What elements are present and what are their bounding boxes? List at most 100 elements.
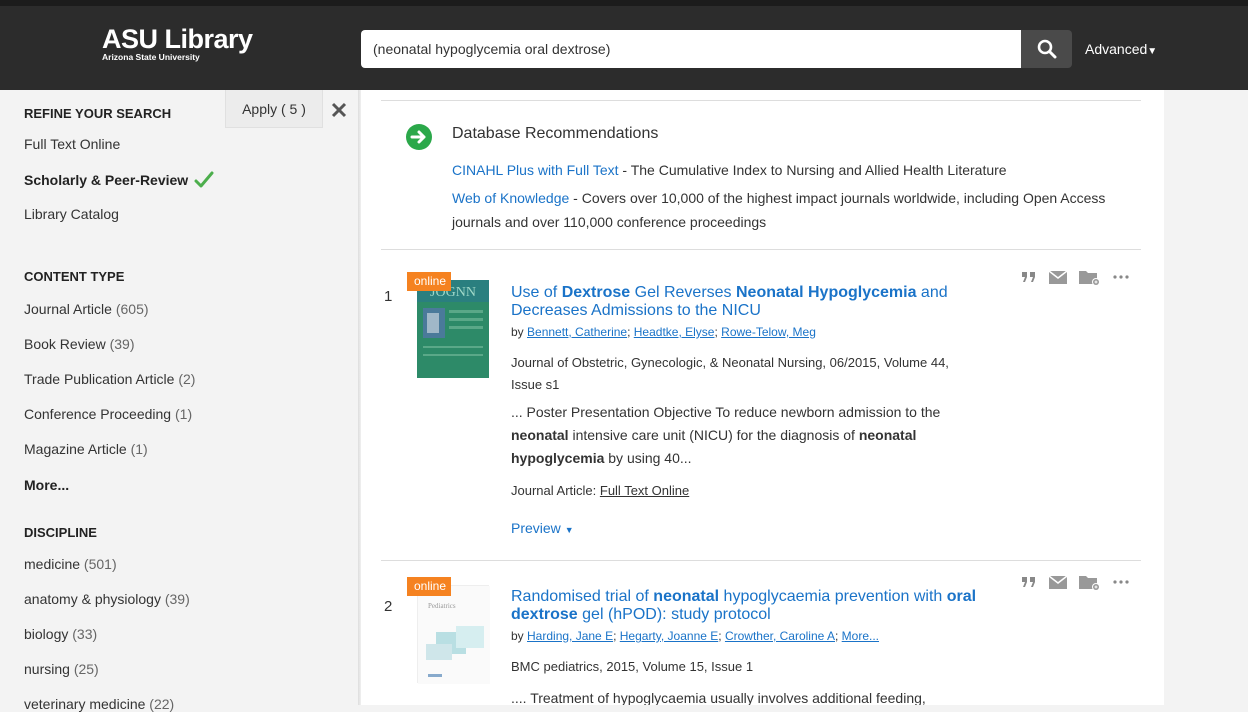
save-to-folder-icon[interactable] <box>1079 268 1101 286</box>
author-link[interactable]: Hegarty, Joanne E <box>620 629 719 643</box>
facet-conference-proceeding[interactable]: Conference Proceeding (1) <box>24 406 192 422</box>
recommendation-item: CINAHL Plus with Full Text - The Cumulat… <box>452 158 1142 182</box>
journal-cover-image[interactable]: Pediatrics <box>417 585 490 684</box>
apply-button[interactable]: Apply ( 5 ) <box>225 90 323 128</box>
title-part: gel (hPOD): study protocol <box>577 606 771 623</box>
divider <box>381 560 1141 561</box>
facet-count: (605) <box>115 301 149 317</box>
result-publication: BMC pediatrics, 2015, Volume 15, Issue 1 <box>511 659 754 674</box>
facet-label: Trade Publication Article <box>24 371 175 387</box>
search-button[interactable] <box>1021 30 1072 68</box>
recommendations-title: Database Recommendations <box>452 125 659 142</box>
filter-library-catalog[interactable]: Library Catalog <box>24 206 119 222</box>
search-icon <box>1037 39 1056 59</box>
facet-veterinary-medicine[interactable]: veterinary medicine (22) <box>24 696 174 712</box>
full-text-online-link[interactable]: Full Text Online <box>600 483 689 498</box>
author-link[interactable]: Rowe-Telow, Meg <box>721 325 816 339</box>
author-link[interactable]: Headtke, Elyse <box>634 325 715 339</box>
recommendation-item: Web of Knowledge - Covers over 10,000 of… <box>452 186 1142 234</box>
facet-label: nursing <box>24 661 70 677</box>
journal-cover-image[interactable]: JOGNN <box>417 280 489 378</box>
more-options-icon[interactable] <box>1113 275 1129 279</box>
facet-count: (1) <box>175 406 193 422</box>
more-authors-link[interactable]: More... <box>842 629 879 643</box>
snippet-part: ... Poster Presentation Objective To red… <box>511 404 941 420</box>
search-input[interactable] <box>361 30 1021 68</box>
email-icon[interactable] <box>1049 270 1067 284</box>
result-snippet: ... Poster Presentation Objective To red… <box>511 401 991 470</box>
caret-down-icon: ▼ <box>564 525 574 535</box>
results-panel: Database Recommendations CINAHL Plus wit… <box>361 90 1164 705</box>
snippet-highlight: neonatal <box>511 427 569 443</box>
checkmark-icon <box>194 171 214 188</box>
cite-quote-icon[interactable] <box>1021 270 1037 284</box>
result-type: Journal Article: Full Text Online <box>511 483 689 498</box>
facet-nursing[interactable]: nursing (25) <box>24 661 99 677</box>
title-part: Randomised trial of <box>511 588 654 605</box>
author-link[interactable]: Crowther, Caroline A <box>725 629 835 643</box>
filter-scholarly-peer-review[interactable]: Scholarly & Peer-Review <box>24 171 214 189</box>
facet-journal-article[interactable]: Journal Article (605) <box>24 301 149 317</box>
result-title-link[interactable]: Randomised trial of neonatal hypoglycaem… <box>511 588 981 624</box>
title-highlight: Neonatal Hypoglycemia <box>735 284 917 301</box>
close-icon <box>331 102 347 118</box>
by-label: by <box>511 325 528 339</box>
filter-full-text-online[interactable]: Full Text Online <box>24 136 120 152</box>
result-snippet: .... Treatment of hypoglycaemia usually … <box>511 690 926 705</box>
facet-label: Journal Article <box>24 301 112 317</box>
online-badge: online <box>407 272 452 291</box>
save-to-folder-icon[interactable] <box>1079 573 1101 591</box>
caret-down-icon: ▼ <box>1147 46 1158 57</box>
result-number: 1 <box>384 288 393 305</box>
search-bar <box>361 30 1072 68</box>
more-options-icon[interactable] <box>1113 580 1129 584</box>
facet-label: veterinary medicine <box>24 696 146 712</box>
refine-title: REFINE YOUR SEARCH <box>24 106 172 121</box>
by-label: by <box>511 629 528 643</box>
result-authors: by Bennett, Catherine; Headtke, Elyse; R… <box>511 325 816 339</box>
facet-count: (33) <box>72 626 98 642</box>
title-highlight: neonatal <box>653 588 720 605</box>
filter-label: Scholarly & Peer-Review <box>24 172 189 188</box>
top-bar: ASU Library Arizona State University Adv… <box>0 0 1248 90</box>
content-type-more-link[interactable]: More... <box>24 477 69 493</box>
facet-count: (22) <box>149 696 175 712</box>
clear-filters-button[interactable] <box>331 102 347 121</box>
facet-book-review[interactable]: Book Review (39) <box>24 336 135 352</box>
arrow-right-circle-icon <box>406 124 432 150</box>
facet-count: (39) <box>164 591 190 607</box>
facet-anatomy-physiology[interactable]: anatomy & physiology (39) <box>24 591 190 607</box>
recommendation-desc: - The Cumulative Index to Nursing and Al… <box>618 162 1007 178</box>
result-number: 2 <box>384 598 393 615</box>
right-gutter <box>1164 90 1248 705</box>
facet-label: Book Review <box>24 336 106 352</box>
advanced-search-dropdown[interactable]: Advanced▼ <box>1085 41 1157 57</box>
facet-label: anatomy & physiology <box>24 591 161 607</box>
cite-quote-icon[interactable] <box>1021 575 1037 589</box>
facet-count: (2) <box>178 371 196 387</box>
title-part: hypoglycaemia prevention with <box>719 588 947 605</box>
facet-label: Magazine Article <box>24 441 127 457</box>
email-icon[interactable] <box>1049 575 1067 589</box>
facet-label: Conference Proceeding <box>24 406 172 422</box>
recommendation-link[interactable]: Web of Knowledge <box>452 190 569 206</box>
result-title-link[interactable]: Use of Dextrose Gel Reverses Neonatal Hy… <box>511 284 981 320</box>
facet-magazine-article[interactable]: Magazine Article (1) <box>24 441 148 457</box>
sidebar: REFINE YOUR SEARCH Apply ( 5 ) Full Text… <box>0 90 358 712</box>
divider <box>381 100 1141 101</box>
result-publication: Journal of Obstetric, Gynecologic, & Neo… <box>511 355 949 392</box>
facet-label: biology <box>24 626 69 642</box>
advanced-label: Advanced <box>1085 41 1148 57</box>
author-link[interactable]: Bennett, Catherine <box>527 325 627 339</box>
author-link[interactable]: Harding, Jane E <box>527 629 613 643</box>
snippet-part: by using 40... <box>604 450 692 466</box>
facet-count: (25) <box>73 661 99 677</box>
title-part: Gel Reverses <box>630 284 736 301</box>
asu-library-logo[interactable]: ASU Library Arizona State University <box>102 26 253 63</box>
preview-toggle[interactable]: Preview ▼ <box>511 520 574 536</box>
facet-trade-publication[interactable]: Trade Publication Article (2) <box>24 371 195 387</box>
facet-medicine[interactable]: medicine (501) <box>24 556 117 572</box>
recommendation-link[interactable]: CINAHL Plus with Full Text <box>452 162 619 178</box>
facet-biology[interactable]: biology (33) <box>24 626 97 642</box>
facet-count: (1) <box>130 441 148 457</box>
